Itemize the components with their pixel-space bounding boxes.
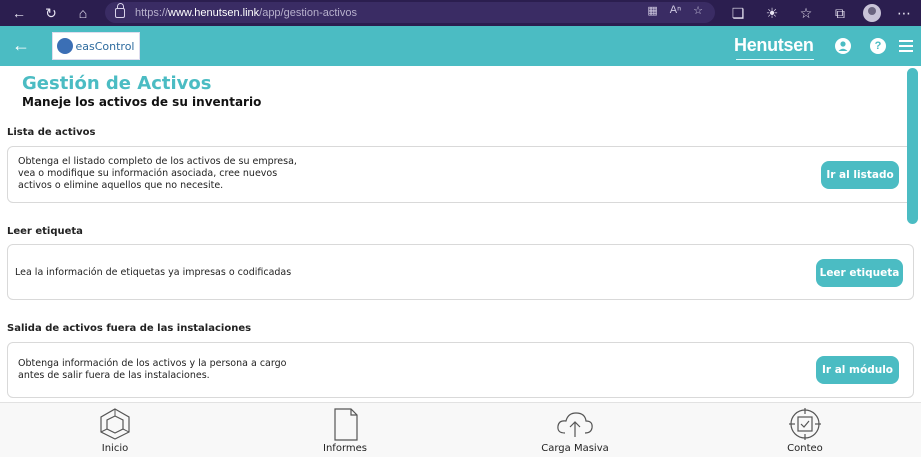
- lock-icon: [115, 2, 125, 18]
- cloud-upload-icon: [557, 412, 593, 437]
- nav-label: Informes: [323, 443, 367, 454]
- help-icon[interactable]: ?: [870, 38, 886, 54]
- browser-toolbar: ← ↻ ⌂ https://www.henutsen.link/app/gest…: [0, 0, 921, 26]
- home-icon: [100, 408, 130, 440]
- card-description: Obtenga el listado completo de los activ…: [18, 156, 297, 191]
- nav-label: Carga Masiva: [541, 443, 609, 454]
- url-prefix: https://: [135, 6, 169, 19]
- favorite-add-icon[interactable]: ☆: [693, 4, 703, 17]
- target-check-icon: [789, 408, 821, 440]
- main-content: Gestión de Activos Maneje los activos de…: [0, 66, 921, 402]
- url-host: www.henutsen.link: [168, 6, 260, 19]
- section-title-salida-activos: Salida de activos fuera de las instalaci…: [7, 323, 252, 334]
- tabs-icon[interactable]: ⧉: [829, 2, 851, 24]
- logo-mark-icon: [57, 38, 74, 54]
- extension-icon[interactable]: ☀: [761, 2, 783, 24]
- card-lista-activos: Obtenga el listado completo de los activ…: [7, 146, 914, 203]
- page-title: Gestión de Activos: [22, 73, 212, 94]
- read-aloud-icon[interactable]: Aⁿ: [670, 4, 681, 17]
- back-arrow-icon[interactable]: ←: [12, 35, 30, 56]
- nav-item-informes[interactable]: Informes: [300, 407, 390, 454]
- nav-item-conteo[interactable]: Conteo: [760, 407, 850, 454]
- browser-nav: ← ↻ ⌂: [8, 2, 94, 24]
- card-description: Lea la información de etiquetas ya impre…: [15, 267, 292, 278]
- section-title-leer-etiqueta: Leer etiqueta: [7, 226, 83, 237]
- address-bar-actions: ▦ Aⁿ ☆: [647, 4, 703, 17]
- ir-al-modulo-button[interactable]: Ir al módulo: [816, 356, 899, 384]
- app-header: ← easControl Henutsen ?: [0, 26, 921, 66]
- card-description: Obtenga información de los activos y la …: [18, 358, 287, 381]
- hamburger-menu-icon[interactable]: [899, 40, 913, 52]
- logo-text: easControl: [75, 39, 135, 53]
- back-icon[interactable]: ←: [8, 2, 30, 24]
- scrollbar-thumb[interactable]: [907, 68, 918, 224]
- section-title-lista-activos: Lista de activos: [7, 127, 96, 138]
- url-path: /app/gestion-activos: [259, 6, 357, 19]
- address-bar[interactable]: https://www.henutsen.link/app/gestion-ac…: [105, 2, 715, 23]
- user-icon[interactable]: [835, 38, 851, 54]
- page-subtitle: Maneje los activos de su inventario: [22, 95, 262, 109]
- card-salida-activos: Obtenga información de los activos y la …: [7, 342, 914, 398]
- brand-name: Henutsen: [734, 35, 814, 55]
- nav-item-inicio[interactable]: Inicio: [70, 407, 160, 454]
- refresh-icon[interactable]: ↻: [40, 2, 62, 24]
- favorites-icon[interactable]: ☆: [795, 2, 817, 24]
- collections-icon[interactable]: ❏: [727, 2, 749, 24]
- brand-underline: [736, 57, 814, 60]
- nav-item-carga-masiva[interactable]: Carga Masiva: [530, 407, 620, 454]
- ir-al-listado-button[interactable]: Ir al listado: [821, 161, 899, 189]
- leer-etiqueta-button[interactable]: Leer etiqueta: [816, 259, 903, 287]
- home-icon[interactable]: ⌂: [72, 2, 94, 24]
- profile-avatar[interactable]: [863, 4, 881, 22]
- grid-icon[interactable]: ▦: [647, 4, 657, 17]
- browser-actions: ❏ ☀ ☆ ⧉ ⋯: [727, 2, 915, 24]
- company-logo: easControl: [52, 32, 140, 60]
- card-leer-etiqueta: Lea la información de etiquetas ya impre…: [7, 244, 914, 300]
- bottom-navigation: Inicio Informes Carga Masiva Conteo: [0, 402, 921, 457]
- url-text: https://www.henutsen.link/app/gestion-ac…: [135, 7, 357, 19]
- document-icon: [334, 408, 358, 441]
- nav-label: Conteo: [787, 443, 823, 454]
- nav-label: Inicio: [101, 443, 129, 454]
- more-icon[interactable]: ⋯: [893, 2, 915, 24]
